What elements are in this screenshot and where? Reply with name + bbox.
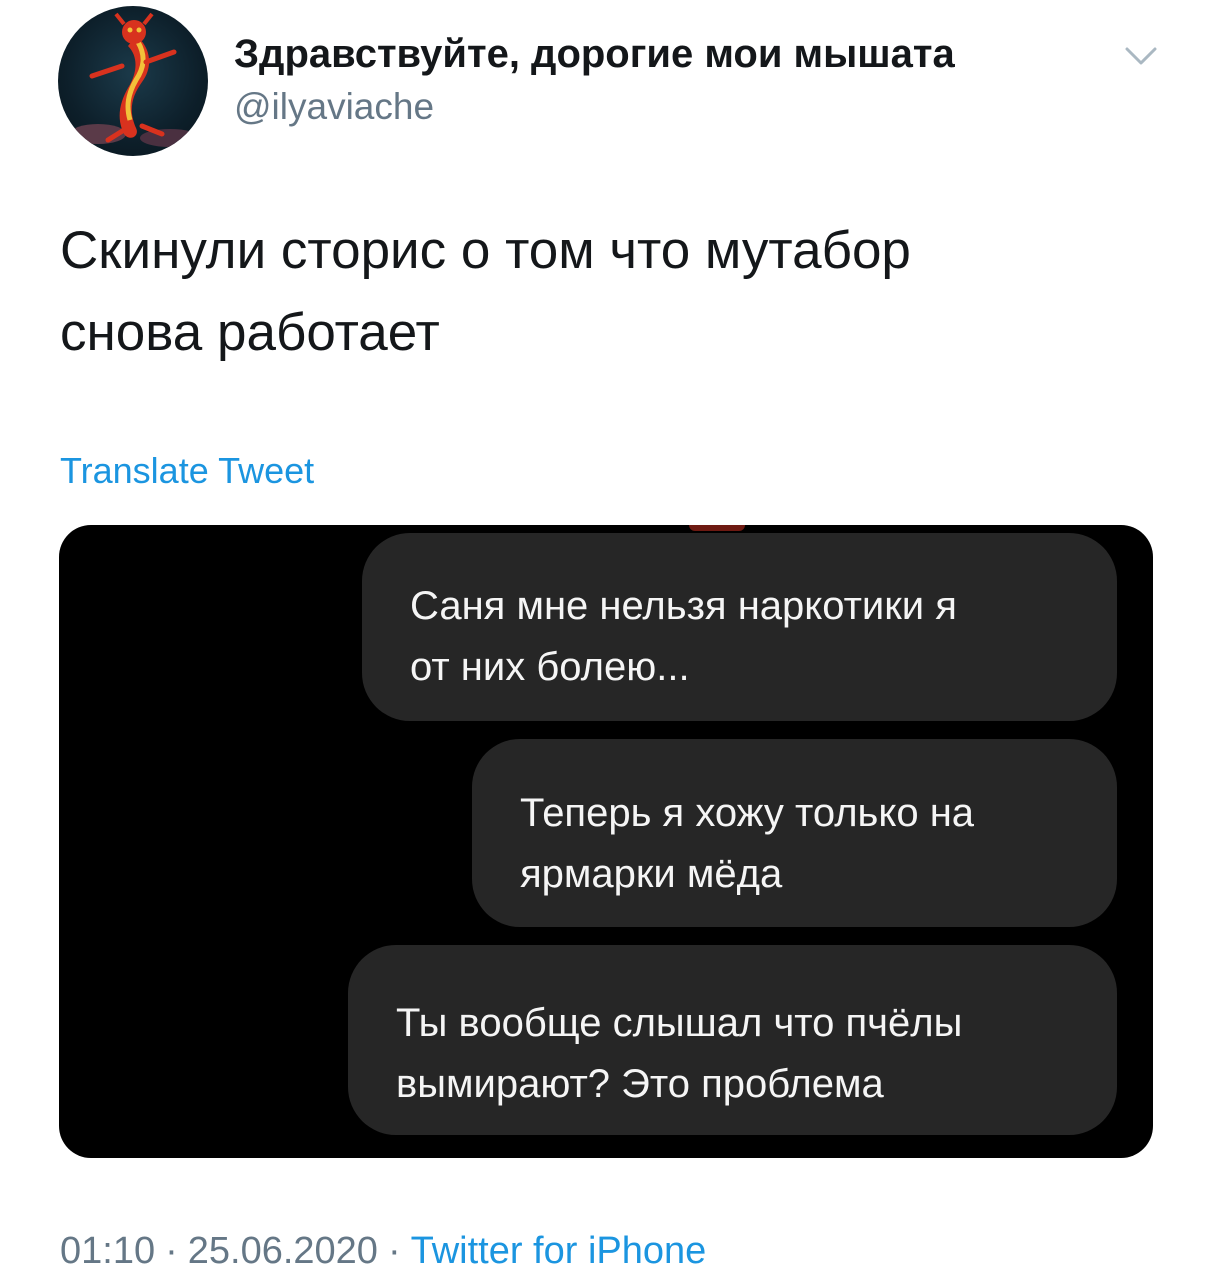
cartoon-dragon-avatar-icon <box>70 12 200 147</box>
tweet-text: Скинули сторис о том что мутабор снова р… <box>60 221 911 362</box>
chat-bubble: Ты вообще слышал что пчёлы вымирают? Это… <box>348 945 1117 1135</box>
tweet-time: 01:10 <box>60 1230 156 1272</box>
chat-bubble: Саня мне нельзя наркотики я от них болею… <box>362 533 1117 721</box>
chevron-down-icon[interactable] <box>1124 44 1158 68</box>
avatar[interactable] <box>58 6 208 156</box>
media-decoration <box>689 525 745 531</box>
tweet-meta: 01:10 · 25.06.2020 · Twitter for iPhone <box>60 1230 706 1273</box>
tweet-media-image[interactable]: Саня мне нельзя наркотики я от них болею… <box>59 525 1153 1158</box>
display-name[interactable]: Здравствуйте, дорогие мои мышата <box>234 32 955 77</box>
user-handle[interactable]: @ilyaviache <box>234 86 434 128</box>
separator: · <box>165 1230 178 1272</box>
tweet-date: 25.06.2020 <box>187 1230 378 1272</box>
translate-tweet-link[interactable]: Translate Tweet <box>60 450 314 492</box>
chat-bubble: Теперь я хожу только на ярмарки мёда <box>472 739 1117 927</box>
separator: · <box>387 1230 401 1272</box>
tweet-source-link[interactable]: Twitter for iPhone <box>411 1230 707 1272</box>
